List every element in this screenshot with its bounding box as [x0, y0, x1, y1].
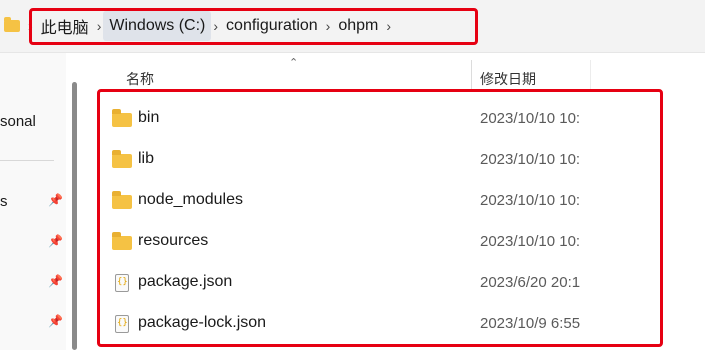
nav-divider [0, 160, 54, 161]
nav-scrollbar[interactable] [72, 82, 77, 350]
column-header-date[interactable]: 修改日期 [480, 69, 536, 89]
highlight-box-address [29, 8, 478, 45]
pin-icon[interactable]: 📌 [48, 274, 63, 288]
column-header-name[interactable]: 名称 [126, 69, 154, 89]
sort-ascending-icon: ⌃ [289, 57, 299, 69]
pin-icon[interactable]: 📌 [48, 314, 63, 328]
column-header: 名称 修改日期 [90, 60, 705, 90]
highlight-box-files [97, 89, 663, 347]
pin-icon[interactable]: 📌 [48, 234, 63, 248]
pin-icon[interactable]: 📌 [48, 193, 63, 207]
folder-icon [4, 17, 20, 32]
navigation-pane: sonal s 📌 📌 📌 📌 [0, 53, 66, 350]
column-divider[interactable] [590, 60, 591, 90]
nav-item-quick-access[interactable]: s [0, 193, 8, 210]
column-divider[interactable] [471, 60, 472, 90]
nav-item-personal[interactable]: sonal [0, 113, 36, 130]
